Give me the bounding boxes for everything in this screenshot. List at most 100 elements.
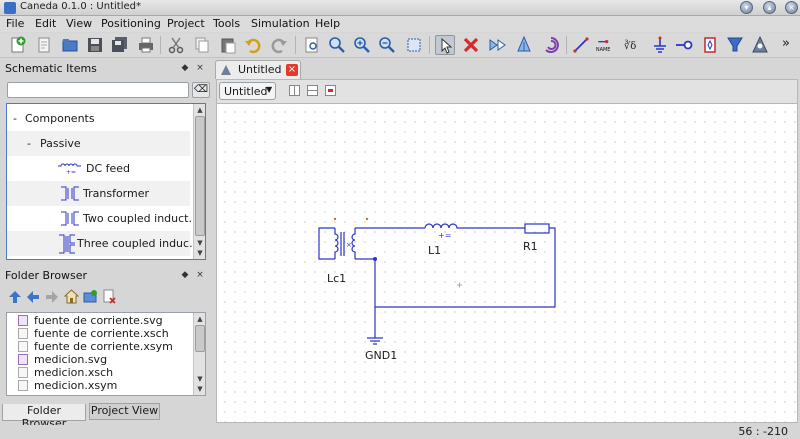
new-folder-icon[interactable] [83,289,98,304]
junction-dot [373,257,377,261]
rotate-icon[interactable] [541,35,561,55]
open-icon[interactable] [60,35,80,55]
probe-icon[interactable] [725,35,745,55]
tree-item-three-coupled-inductors[interactable]: Three coupled induc... [7,231,200,256]
folder-browser-header: Folder Browser ◆ × [5,269,205,282]
svg-text:+=: += [66,169,76,175]
zoom-area-icon[interactable] [404,35,424,55]
port-icon[interactable] [674,35,694,55]
schematic-items-header: Schematic Items ◆ × [5,62,205,75]
chevron-down-icon: ▼ [266,85,273,94]
folder-browser-toolbar [6,288,126,306]
close-icon[interactable]: × [195,63,205,73]
select-icon[interactable] [435,35,455,55]
up-arrow-icon[interactable] [8,290,22,304]
mirror-y-icon[interactable] [514,35,534,55]
paste-icon[interactable] [218,35,238,55]
new-document-icon[interactable] [34,35,54,55]
zoom-fit-icon[interactable] [302,35,322,55]
home-icon[interactable] [64,289,79,304]
component-icon[interactable] [700,35,720,55]
two-coupled-inductors-icon [61,211,79,226]
label-l1: L1 [428,244,442,257]
copy-icon[interactable] [192,35,212,55]
document-file-icon [18,341,28,352]
svg-text:NAME: NAME [596,47,611,53]
minimize-button[interactable]: ▾ [740,1,753,14]
menu-edit[interactable]: Edit [35,17,56,30]
split-horizontal-icon[interactable] [289,85,300,96]
float-icon[interactable]: ◆ [180,270,190,280]
inductor-l1 [424,223,525,229]
menu-positioning[interactable]: Positioning [101,17,161,30]
cursor-coordinates: 56 : -210 [738,425,788,438]
tab-project-view[interactable]: Project View [89,403,160,420]
tree-item-components[interactable]: - Components [7,106,190,131]
menu-simulation[interactable]: Simulation [251,17,310,30]
zoom-out-icon[interactable] [377,35,397,55]
close-icon[interactable]: × [195,270,205,280]
delete-icon[interactable] [461,35,481,55]
menu-file[interactable]: File [6,17,24,30]
split-vertical-icon[interactable] [307,85,318,96]
document-file-icon [18,328,28,339]
equation-icon[interactable]: ∛δ [623,35,647,55]
float-icon[interactable]: ◆ [180,63,190,73]
clear-search-icon[interactable]: ⌫ [192,82,210,98]
forward-arrow-icon[interactable] [45,290,59,304]
svg-text:+=: += [438,231,451,240]
ground-icon[interactable] [650,35,670,55]
zoom-in-icon[interactable] [352,35,372,55]
redo-icon[interactable] [269,35,289,55]
save-icon[interactable] [85,35,105,55]
tree-item-transformer[interactable]: Transformer [7,181,190,206]
document-file-icon [18,380,28,391]
undo-icon[interactable] [243,35,263,55]
mirror-x-icon[interactable] [487,35,507,55]
cut-icon[interactable] [166,35,186,55]
schematic-canvas[interactable]: × += Lc1 L1 R1 GND1 [216,103,798,423]
wire-icon[interactable] [571,35,591,55]
tree-item-dc-feed[interactable]: += DC feed [7,156,190,181]
document-subbar: Untitled ▼ [216,79,798,103]
svg-text:∛δ: ∛δ [624,39,636,52]
menu-tools[interactable]: Tools [213,17,240,30]
view-select[interactable]: Untitled ▼ [219,82,276,100]
label-gnd1: GND1 [365,349,398,362]
document-tab[interactable]: Untitled × [215,60,301,79]
file-list-scrollbar[interactable]: ▲ ▼ ▼ [193,313,205,395]
search-input[interactable] [7,82,189,98]
label-icon[interactable]: NAME [595,35,619,55]
folder-file-list: fuente de corriente.svg fuente de corrie… [6,312,206,396]
zoom-original-icon[interactable] [327,35,347,55]
title-bar: Caneda 0.1.0 : Untitled* ▾ ▴ × [0,0,800,16]
menu-view[interactable]: View [66,17,92,30]
simulate-icon[interactable] [750,35,770,55]
ground-gnd1 [367,331,383,345]
menu-help[interactable]: Help [315,17,340,30]
back-arrow-icon[interactable] [26,290,40,304]
maximize-button[interactable]: ▴ [763,1,776,14]
dc-feed-icon: += [58,163,81,175]
close-window-button[interactable]: × [785,1,798,14]
close-tab-icon[interactable]: × [286,64,298,76]
new-file-icon[interactable] [8,35,28,55]
tree-scrollbar[interactable]: ▲ ▼ ▼ [193,104,205,259]
delete-file-icon[interactable] [102,289,117,304]
tab-folder-browser[interactable]: Folder Browser [2,404,86,430]
schematic-items-tree: - Components - Passive += DC feed Transf… [6,103,206,260]
tree-item-passive[interactable]: - Passive [7,131,190,156]
resistor-r1 [524,223,550,234]
label-r1: R1 [523,240,538,253]
transformer-icon [61,186,79,201]
three-coupled-inductors-icon [59,234,75,254]
close-split-icon[interactable] [325,85,336,96]
overflow-icon[interactable]: » [778,35,794,55]
tree-item-two-coupled-inductors[interactable]: Two coupled induct... [7,206,199,231]
status-bar: 56 : -210 [0,425,800,439]
print-icon[interactable] [136,35,156,55]
window-title: Caneda 0.1.0 : Untitled* [20,1,141,12]
polarity-dot [333,217,337,221]
save-all-icon[interactable] [110,35,130,55]
menu-project[interactable]: Project [167,17,205,30]
